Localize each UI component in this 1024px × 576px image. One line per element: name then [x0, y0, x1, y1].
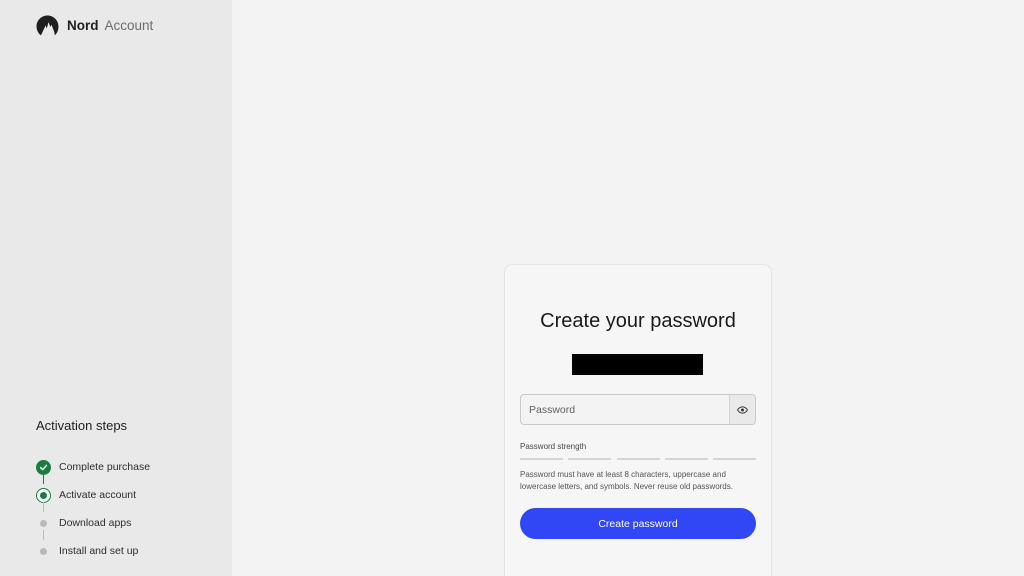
step-label: Download apps — [59, 517, 132, 529]
password-input[interactable] — [521, 395, 729, 424]
logo[interactable]: Nord Account — [36, 14, 153, 36]
activation-steps-title: Activation steps — [36, 418, 128, 433]
password-requirements-hint: Password must have at least 8 characters… — [520, 470, 733, 491]
step-install-setup: Install and set up — [36, 537, 226, 565]
current-step-icon — [36, 487, 51, 503]
step-complete-purchase: Complete purchase — [36, 453, 226, 484]
page-title: Create your password — [540, 310, 736, 332]
sidebar: Nord Account Activation steps Complete p… — [0, 0, 232, 576]
redacted-email — [572, 354, 703, 375]
create-password-button[interactable]: Create password — [520, 508, 756, 539]
strength-segment — [713, 458, 756, 460]
checkmark-icon — [36, 459, 51, 475]
step-download-apps: Download apps — [36, 509, 226, 540]
activation-steps-list: Complete purchase Activate account Downl… — [36, 453, 226, 565]
strength-segment — [616, 458, 660, 460]
brand-product: Account — [104, 17, 154, 33]
password-field — [520, 394, 756, 425]
pending-step-icon — [40, 547, 47, 555]
strength-segment — [568, 458, 612, 460]
strength-segment — [664, 458, 708, 460]
password-strength-label: Password strength — [520, 442, 587, 451]
show-password-toggle[interactable] — [729, 395, 755, 424]
step-label: Complete purchase — [59, 461, 151, 473]
pending-step-icon — [40, 519, 47, 527]
create-password-card: Create your password Password strength P… — [504, 264, 772, 576]
nord-mountain-logo-icon — [36, 14, 59, 35]
step-label: Activate account — [59, 489, 137, 501]
step-label: Install and set up — [59, 545, 139, 557]
step-activate-account: Activate account — [36, 481, 226, 512]
brand-name: Nord — [67, 17, 99, 33]
eye-icon — [737, 405, 748, 414]
password-strength-meter — [520, 458, 756, 460]
strength-segment — [520, 458, 563, 460]
